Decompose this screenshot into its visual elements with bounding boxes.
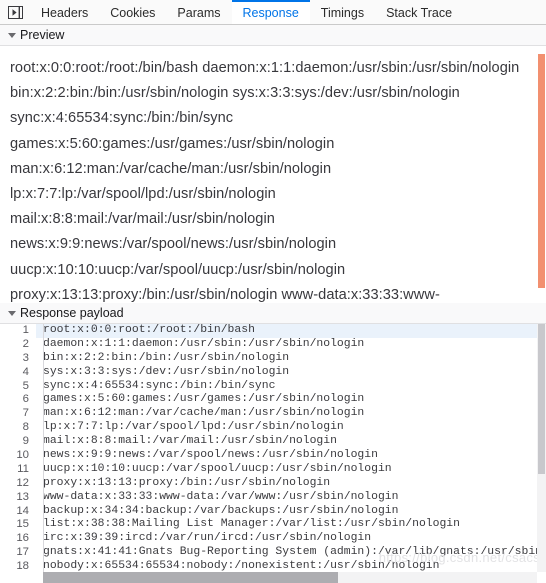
- code-line[interactable]: 2 daemon:x:1:1:daemon:/usr/sbin:/usr/sbin…: [0, 338, 546, 352]
- tab-stack-trace-label: Stack Trace: [386, 5, 453, 20]
- payload-horizontal-scrollbar-track[interactable]: [43, 572, 537, 583]
- line-number: 16: [16, 532, 29, 545]
- code-line[interactable]: 4 sys:x:3:3:sys:/dev:/usr/sbin/nologin: [0, 366, 546, 380]
- line-content: man:x:6:12:man:/var/cache/man:/usr/sbin/…: [43, 407, 365, 420]
- payload-horizontal-scrollbar-thumb[interactable]: [43, 572, 338, 583]
- payload-vertical-scrollbar-track[interactable]: [537, 324, 546, 572]
- line-number: 1: [22, 324, 29, 336]
- line-number: 14: [16, 504, 29, 517]
- line-content: backup:x:34:34:backup:/var/backups:/usr/…: [43, 504, 399, 517]
- code-line[interactable]: 6 games:x:5:60:games:/usr/games:/usr/sbin…: [0, 393, 546, 407]
- tab-response[interactable]: Response: [231, 0, 310, 24]
- preview-vertical-scrollbar-thumb[interactable]: [538, 54, 545, 288]
- line-content: www-data:x:33:33:www-data:/var/www:/usr/…: [43, 490, 399, 503]
- line-content: daemon:x:1:1:daemon:/usr/sbin:/usr/sbin/…: [43, 337, 365, 350]
- line-content: games:x:5:60:games:/usr/games:/usr/sbin/…: [43, 393, 365, 406]
- tab-stack-trace[interactable]: Stack Trace: [375, 0, 463, 24]
- line-number: 2: [22, 337, 29, 350]
- line-number: 15: [16, 518, 29, 531]
- tab-timings-label: Timings: [320, 5, 365, 20]
- code-line[interactable]: 12 proxy:x:13:13:proxy:/bin:/usr/sbin/nol…: [0, 477, 546, 491]
- code-line[interactable]: 17 gnats:x:41:41:Gnats Bug-Reporting Syst…: [0, 546, 546, 560]
- line-content: sync:x:4:65534:sync:/bin:/bin/sync: [43, 379, 276, 392]
- code-line[interactable]: 7 man:x:6:12:man:/var/cache/man:/usr/sbin…: [0, 407, 546, 421]
- preview-text: root:x:0:0:root:/root:/bin/bash daemon:x…: [10, 60, 520, 303]
- code-line[interactable]: 13 www-data:x:33:33:www-data:/var/www:/us…: [0, 491, 546, 505]
- payload-code-editor[interactable]: 1 root:x:0:0:root:/root:/bin/bash 2 daemon:…: [0, 324, 546, 583]
- tab-timings[interactable]: Timings: [310, 0, 375, 24]
- line-number: 3: [22, 351, 29, 364]
- line-number: 9: [22, 435, 29, 448]
- tab-cookies[interactable]: Cookies: [99, 0, 166, 24]
- code-line[interactable]: 11 uucp:x:10:10:uucp:/var/spool/uucp:/usr…: [0, 463, 546, 477]
- preview-vertical-scrollbar-track[interactable]: [537, 46, 546, 303]
- line-content: uucp:x:10:10:uucp:/var/spool/uucp:/usr/s…: [43, 462, 392, 475]
- line-number: 6: [22, 393, 29, 406]
- line-number: 5: [22, 379, 29, 392]
- tab-response-label: Response: [242, 5, 299, 20]
- line-content: bin:x:2:2:bin:/bin:/usr/sbin/nologin: [43, 351, 290, 364]
- line-number: 11: [17, 462, 29, 475]
- code-line[interactable]: 3 bin:x:2:2:bin:/bin:/usr/sbin/nologin: [0, 352, 546, 366]
- line-content: lp:x:7:7:lp:/var/spool/lpd:/usr/sbin/nol…: [43, 421, 344, 434]
- code-line[interactable]: 10 news:x:9:9:news:/var/spool/news:/usr/s…: [0, 449, 546, 463]
- chevron-down-icon: [6, 308, 17, 319]
- line-number: 12: [16, 476, 29, 489]
- tab-params[interactable]: Params: [166, 0, 231, 24]
- response-payload-body: 1 root:x:0:0:root:/root:/bin/bash 2 daemon:…: [0, 324, 546, 583]
- gutter-divider: [43, 324, 44, 583]
- payload-vertical-scrollbar-thumb[interactable]: [538, 324, 545, 474]
- code-line[interactable]: 14 backup:x:34:34:backup:/var/backups:/us…: [0, 505, 546, 519]
- response-payload-section-label: Response payload: [20, 305, 124, 320]
- line-content: gnats:x:41:41:Gnats Bug-Reporting System…: [43, 546, 546, 559]
- tab-cookies-label: Cookies: [110, 5, 156, 20]
- chevron-down-icon: [6, 30, 17, 41]
- line-number: 13: [16, 490, 29, 503]
- line-number: 7: [22, 407, 29, 420]
- tab-headers[interactable]: Headers: [30, 0, 99, 24]
- preview-body: root:x:0:0:root:/root:/bin/bash daemon:x…: [0, 46, 546, 303]
- line-content: list:x:38:38:Mailing List Manager:/var/l…: [43, 518, 460, 531]
- line-content: mail:x:8:8:mail:/var/mail:/usr/sbin/nolo…: [43, 435, 337, 448]
- panel-toggle-icon[interactable]: [0, 0, 30, 24]
- code-line[interactable]: 16 irc:x:39:39:ircd:/var/run/ircd:/usr/sb…: [0, 532, 546, 546]
- details-tab-bar: Headers Cookies Params Response Timings …: [0, 0, 546, 25]
- code-line[interactable]: 8 lp:x:7:7:lp:/var/spool/lpd:/usr/sbin/no…: [0, 421, 546, 435]
- line-content: root:x:0:0:root:/root:/bin/bash: [36, 324, 546, 338]
- tab-params-label: Params: [177, 5, 221, 20]
- line-content: irc:x:39:39:ircd:/var/run/ircd:/usr/sbin…: [43, 532, 372, 545]
- preview-section-header[interactable]: Preview: [0, 25, 546, 46]
- line-number: 10: [16, 449, 29, 462]
- line-number: 18: [16, 560, 29, 573]
- line-number: 8: [22, 421, 29, 434]
- code-line[interactable]: 1 root:x:0:0:root:/root:/bin/bash: [0, 324, 546, 338]
- code-line[interactable]: 9 mail:x:8:8:mail:/var/mail:/usr/sbin/nol…: [0, 435, 546, 449]
- line-number: 17: [16, 546, 29, 559]
- code-line[interactable]: 5 sync:x:4:65534:sync:/bin:/bin/sync: [0, 380, 546, 394]
- code-line[interactable]: 15 list:x:38:38:Mailing List Manager:/var…: [0, 518, 546, 532]
- preview-section-label: Preview: [20, 27, 65, 42]
- devtools-network-details-panel: Headers Cookies Params Response Timings …: [0, 0, 546, 583]
- tab-headers-label: Headers: [41, 5, 89, 20]
- line-number: 4: [22, 365, 29, 378]
- line-content: proxy:x:13:13:proxy:/bin:/usr/sbin/nolog…: [43, 476, 331, 489]
- response-payload-section-header[interactable]: Response payload: [0, 303, 546, 324]
- line-content: news:x:9:9:news:/var/spool/news:/usr/sbi…: [43, 449, 378, 462]
- line-content: sys:x:3:3:sys:/dev:/usr/sbin/nologin: [43, 365, 290, 378]
